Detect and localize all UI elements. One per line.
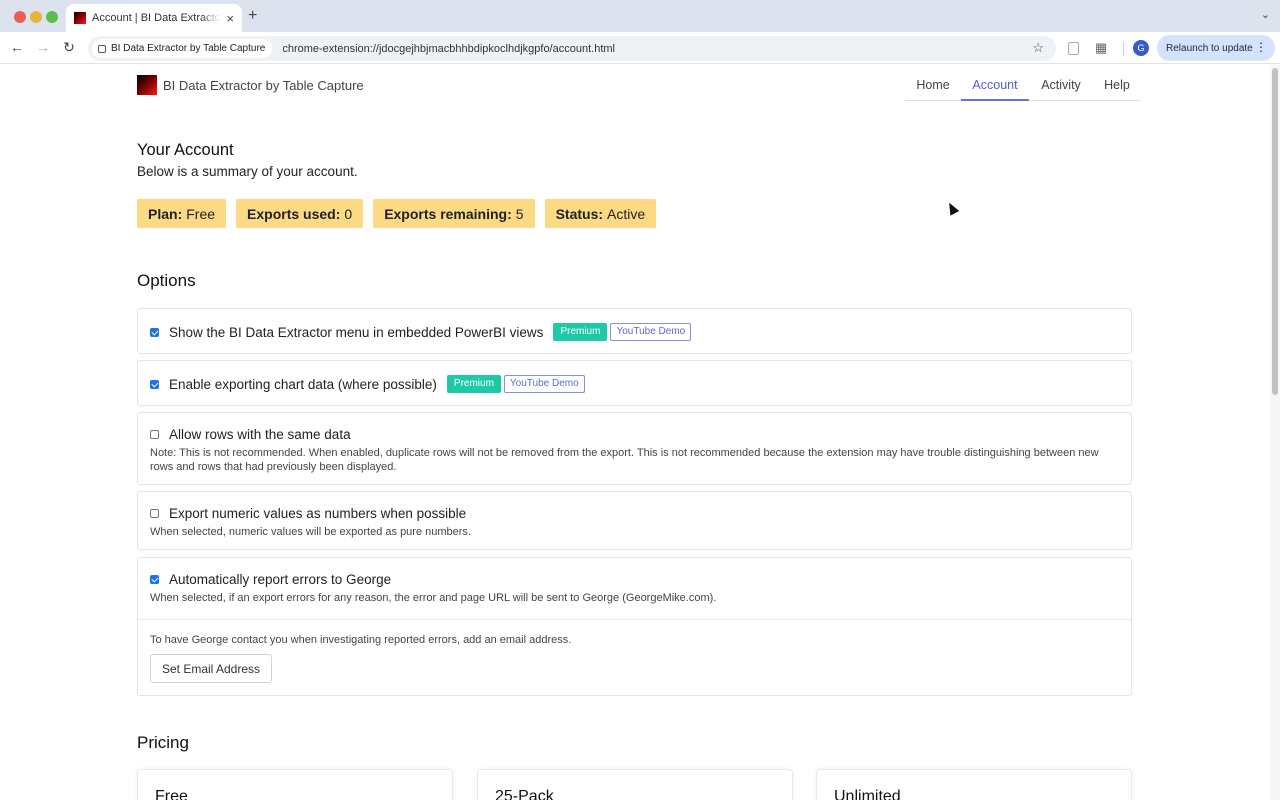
email-note: To have George contact you when investig…: [150, 634, 572, 646]
account-subtitle: Below is a summary of your account.: [137, 164, 358, 179]
minimize-window-button[interactable]: [30, 11, 42, 23]
status-key: Status:: [555, 205, 604, 222]
maximize-window-button[interactable]: [46, 11, 58, 23]
pricing-heading: Pricing: [137, 733, 189, 752]
option-label: Automatically report errors to George: [169, 572, 392, 587]
tab-close-icon[interactable]: ×: [226, 11, 234, 26]
exports-used-key: Exports used:: [247, 205, 341, 222]
option-error-reporting: Automatically report errors to George Wh…: [137, 557, 1132, 696]
powerbi-menu-checkbox[interactable]: [150, 327, 159, 337]
scrollbar-thumb[interactable]: [1272, 68, 1278, 395]
tab-title: Account | BI Data Extractor by Table Cap…: [92, 12, 221, 24]
browser-toolbar: ← → ↻ BI Data Extractor by Table Capture…: [0, 32, 1280, 64]
option-chart-export: Enable exporting chart data (where possi…: [137, 360, 1132, 406]
back-arrow-icon[interactable]: ←: [8, 39, 26, 55]
page-scrollbar[interactable]: [1270, 65, 1280, 800]
duplicate-rows-checkbox[interactable]: [150, 430, 159, 439]
nav-activity[interactable]: Activity: [1029, 65, 1093, 101]
status-value: Active: [607, 205, 646, 222]
premium-badge: Premium: [446, 375, 501, 393]
option-label: Allow rows with the same data: [169, 427, 351, 442]
error-reporting-checkbox[interactable]: [150, 575, 159, 584]
extension-favicon-icon: [74, 12, 86, 24]
option-note: When selected, numeric values will be ex…: [150, 526, 471, 538]
kebab-menu-icon[interactable]: ⋮: [1255, 40, 1267, 54]
account-heading: Your Account: [137, 141, 234, 159]
relaunch-to-update-button[interactable]: Relaunch to update ⋮: [1157, 35, 1275, 61]
pricing-card-free: Free: [137, 769, 453, 800]
exports-remaining-value: 5: [515, 205, 524, 222]
option-label: Enable exporting chart data (where possi…: [169, 376, 437, 392]
exports-used-badge: Exports used: 0: [236, 199, 364, 228]
divider: [138, 619, 1131, 620]
option-label: Show the BI Data Extractor menu in embed…: [169, 324, 544, 340]
nav-home[interactable]: Home: [905, 65, 961, 101]
new-tab-icon[interactable]: +: [248, 7, 257, 25]
option-note: When selected, if an export errors for a…: [150, 592, 717, 604]
extension-icon: [98, 44, 106, 53]
plan-key: Plan:: [148, 205, 183, 222]
option-label: Export numeric values as numbers when po…: [169, 506, 467, 521]
option-duplicate-rows: Allow rows with the same data Note: This…: [137, 412, 1132, 485]
site-info-chip[interactable]: BI Data Extractor by Table Capture: [92, 39, 273, 58]
pricing-card-title: 25-Pack: [495, 788, 554, 800]
forward-arrow-icon[interactable]: →: [34, 39, 52, 55]
reload-icon[interactable]: ↻: [60, 39, 78, 56]
exports-remaining-badge: Exports remaining: 5: [373, 199, 535, 228]
pricing-card-unlimited: Unlimited: [816, 769, 1132, 800]
plan-value: Free: [186, 205, 216, 222]
options-heading: Options: [137, 271, 196, 290]
option-note: Note: This is not recommended. When enab…: [150, 447, 1099, 473]
brand-name: BI Data Extractor by Table Capture: [163, 78, 364, 93]
browser-titlebar: Account | BI Data Extractor by Table Cap…: [0, 0, 1280, 32]
top-navigation: Home Account Activity Help: [905, 65, 1141, 101]
exports-used-value: 0: [344, 205, 353, 222]
option-powerbi-menu: Show the BI Data Extractor menu in embed…: [137, 308, 1132, 354]
relaunch-label: Relaunch to update: [1166, 42, 1253, 54]
exports-remaining-key: Exports remaining:: [384, 205, 512, 222]
premium-badge: Premium: [553, 323, 608, 341]
option-numeric-values: Export numeric values as numbers when po…: [137, 491, 1132, 550]
set-email-address-button[interactable]: Set Email Address: [150, 654, 272, 683]
profile-avatar[interactable]: G: [1133, 40, 1149, 56]
pricing-card-25-pack: 25-Pack: [477, 769, 793, 800]
document-extension-icon[interactable]: [1068, 42, 1079, 55]
youtube-demo-link[interactable]: YouTube Demo: [503, 375, 585, 393]
bookmark-star-icon[interactable]: ☆: [1032, 40, 1044, 56]
url-text[interactable]: chrome-extension://jdocgejhbjmacbhhbdipk…: [282, 43, 615, 55]
chart-export-checkbox[interactable]: [150, 379, 159, 389]
youtube-demo-link[interactable]: YouTube Demo: [610, 323, 692, 341]
page-content: BI Data Extractor by Table Capture Home …: [0, 65, 1270, 800]
account-stats: Plan: Free Exports used: 0 Exports remaini…: [137, 199, 666, 228]
tab-search-chevron-icon[interactable]: ⌄: [1261, 8, 1270, 21]
close-window-button[interactable]: [14, 11, 26, 23]
numeric-values-checkbox[interactable]: [150, 509, 159, 518]
nav-account[interactable]: Account: [961, 65, 1029, 101]
pricing-card-title: Unlimited: [834, 788, 901, 800]
site-chip-label: BI Data Extractor by Table Capture: [111, 43, 266, 54]
address-bar[interactable]: BI Data Extractor by Table Capture chrom…: [88, 36, 1056, 61]
browser-tab[interactable]: Account | BI Data Extractor by Table Cap…: [66, 4, 242, 32]
extensions-puzzle-icon[interactable]: ▦: [1095, 40, 1107, 56]
pricing-card-title: Free: [155, 788, 188, 800]
brand-logo: [137, 75, 157, 95]
nav-help[interactable]: Help: [1093, 65, 1141, 101]
toolbar-divider: [1123, 42, 1124, 56]
status-badge: Status: Active: [544, 199, 657, 228]
plan-badge: Plan: Free: [137, 199, 227, 228]
